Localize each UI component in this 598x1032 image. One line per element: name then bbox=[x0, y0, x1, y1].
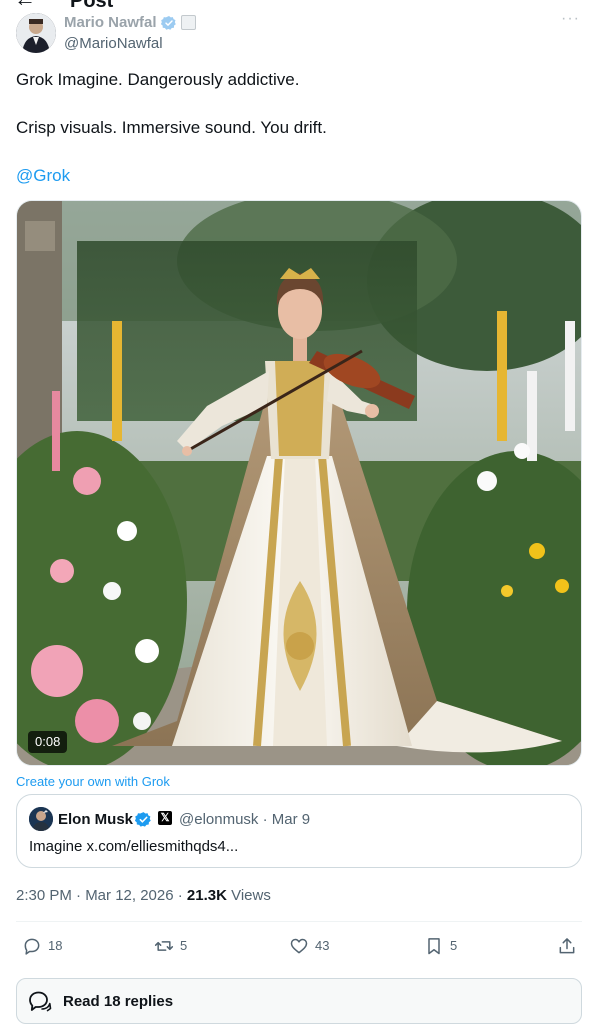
like-count: 43 bbox=[315, 938, 330, 953]
share-icon bbox=[559, 938, 575, 954]
author-handle[interactable]: @MarioNawfal bbox=[64, 34, 163, 53]
views-count: 21.3K bbox=[186, 887, 227, 904]
more-options-icon[interactable]: ··· bbox=[561, 10, 580, 28]
conversation-icon bbox=[29, 991, 52, 1012]
back-arrow-icon[interactable]: ← bbox=[14, 0, 36, 10]
quoted-author-handle-date[interactable]: @elonmusk · Mar 9 bbox=[179, 811, 310, 829]
author-display-name[interactable]: Mario Nawfal bbox=[64, 13, 157, 32]
x-affiliation-icon: 𝕏 bbox=[158, 811, 172, 825]
read-replies-label: Read 18 replies bbox=[63, 992, 174, 1010]
read-replies-button[interactable]: Read 18 replies bbox=[16, 978, 582, 1024]
post-timestamp[interactable]: 2:30 PM · Mar 12, 2026 · bbox=[16, 887, 187, 904]
repost-button[interactable]: 5 bbox=[154, 936, 187, 956]
tweet-text-line-2: Crisp visuals. Immersive sound. You drif… bbox=[16, 118, 327, 137]
video-duration-badge: 0:08 bbox=[28, 731, 68, 753]
mention-link[interactable]: @Grok bbox=[16, 165, 70, 187]
heart-icon bbox=[290, 938, 308, 954]
bookmark-count: 5 bbox=[450, 938, 458, 953]
like-button[interactable]: 43 bbox=[289, 936, 329, 956]
divider bbox=[16, 921, 582, 922]
reply-count: 18 bbox=[48, 938, 63, 953]
quoted-author-name[interactable]: Elon Musk bbox=[58, 811, 133, 829]
reply-button[interactable]: 18 bbox=[22, 936, 62, 956]
bookmark-icon bbox=[428, 938, 440, 955]
repost-icon bbox=[154, 941, 174, 951]
quoted-author-avatar[interactable] bbox=[29, 807, 53, 831]
post-meta: 2:30 PM · Mar 12, 2026 · 21.3K Views bbox=[16, 886, 271, 906]
verified-badge-icon bbox=[160, 15, 176, 30]
quoted-verified-badge-icon bbox=[135, 812, 151, 827]
reply-icon bbox=[24, 938, 40, 955]
views-label: Views bbox=[226, 887, 271, 904]
bookmark-button[interactable]: 5 bbox=[424, 936, 457, 956]
tweet-text-line-1: Grok Imagine. Dangerously addictive. bbox=[16, 70, 300, 89]
repost-count: 5 bbox=[180, 938, 188, 953]
quoted-post-text: Imagine x.com/elliesmithqds4... bbox=[29, 838, 239, 855]
author-avatar[interactable] bbox=[16, 13, 56, 53]
page-title: Post bbox=[70, 0, 114, 12]
quoted-post-card[interactable]: Elon Musk 𝕏 @elonmusk · Mar 9 Imagine x.… bbox=[16, 794, 582, 868]
create-with-grok-link[interactable]: Create your own with Grok bbox=[16, 774, 170, 790]
share-button[interactable] bbox=[557, 936, 577, 956]
video-media[interactable] bbox=[16, 200, 582, 766]
affiliate-badge-icon bbox=[180, 15, 196, 30]
author-name-row[interactable]: Mario Nawfal bbox=[64, 13, 196, 32]
